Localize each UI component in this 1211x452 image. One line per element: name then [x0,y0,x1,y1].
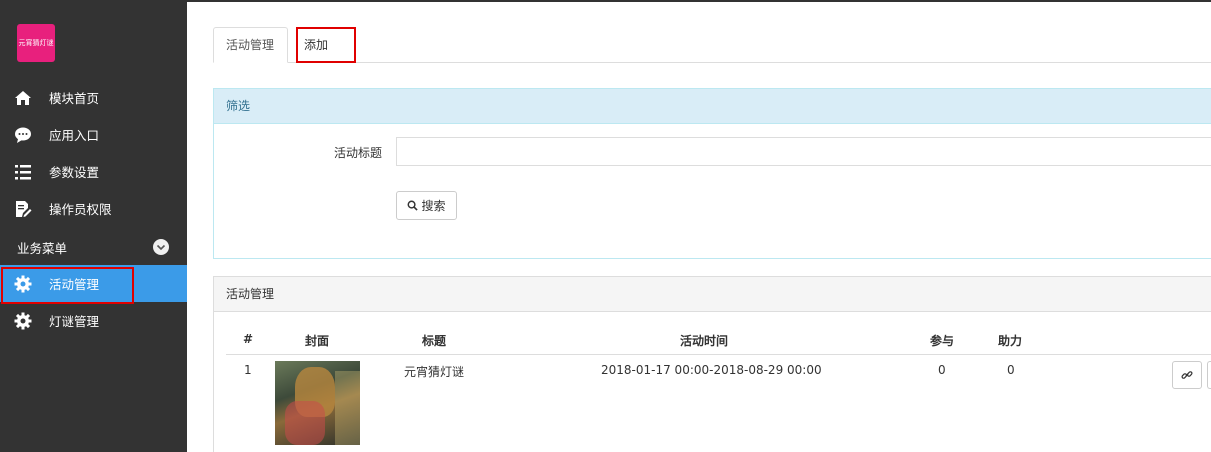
activity-list-panel: 活动管理 # 封面 标题 活动时间 参与 助力 1 元宵猜灯谜 2018-01-… [213,276,1211,452]
sidebar-item-label: 模块首页 [49,91,100,106]
link-icon [1181,371,1193,379]
sidebar-item-label: 操作员权限 [49,202,112,217]
link-button[interactable] [1172,361,1202,389]
activity-title-label: 活动标题 [334,146,383,160]
search-button-label: 搜索 [421,199,446,213]
column-header-cover: 封面 [305,334,330,348]
sidebar: 元宵猜灯谜 模块首页 应用入口 参数设置 操作员权限 业务菜单 活动管理 灯谜管… [0,0,187,452]
column-header-index: # [243,332,254,346]
cell-join: 0 [938,363,946,377]
filter-panel: 筛选 活动标题 搜索 [213,88,1211,259]
column-header-help: 助力 [998,334,1023,348]
chevron-down-icon[interactable] [153,239,169,255]
sidebar-item-label: 参数设置 [49,165,100,180]
filter-panel-heading: 筛选 [214,89,1211,124]
sidebar-item-module-home[interactable]: 模块首页 [0,79,187,116]
cover-image [275,361,360,445]
gear-icon [14,275,32,293]
sidebar-item-activity-management[interactable]: 活动管理 [0,265,187,302]
list-icon [14,163,32,181]
search-icon [408,200,419,211]
sidebar-section-label: 业务菜单 [17,240,68,256]
sidebar-item-label: 灯谜管理 [49,314,100,329]
more-actions-button[interactable] [1207,361,1211,389]
sidebar-item-settings[interactable]: 参数设置 [0,153,187,190]
search-button[interactable]: 搜索 [396,191,457,220]
chat-icon [14,126,32,144]
column-header-join: 参与 [930,334,955,348]
header-divider [226,354,1211,355]
tabs-divider [213,62,1211,63]
cell-index: 1 [244,363,252,377]
sidebar-item-app-entry[interactable]: 应用入口 [0,116,187,153]
list-panel-heading: 活动管理 [214,277,1211,312]
sidebar-item-label: 应用入口 [49,128,100,143]
cell-title: 元宵猜灯谜 [404,365,465,379]
column-header-title: 标题 [422,334,447,348]
home-icon [14,89,32,107]
sidebar-section-business[interactable]: 业务菜单 [0,230,187,264]
app-logo[interactable]: 元宵猜灯谜 [17,24,55,62]
tab-add[interactable]: 添加 [296,27,356,63]
activity-title-input[interactable] [396,137,1211,166]
column-header-time: 活动时间 [680,334,729,348]
sidebar-item-riddle-management[interactable]: 灯谜管理 [0,302,187,339]
edit-doc-icon [14,200,32,218]
sidebar-item-operator-permissions[interactable]: 操作员权限 [0,190,187,227]
gear-icon [14,312,32,330]
cell-help: 0 [1007,363,1015,377]
cell-time: 2018-01-17 00:00-2018-08-29 00:00 [601,363,822,377]
tab-activity-management[interactable]: 活动管理 [213,27,288,63]
top-border [187,0,1211,2]
sidebar-item-label: 活动管理 [49,277,100,292]
